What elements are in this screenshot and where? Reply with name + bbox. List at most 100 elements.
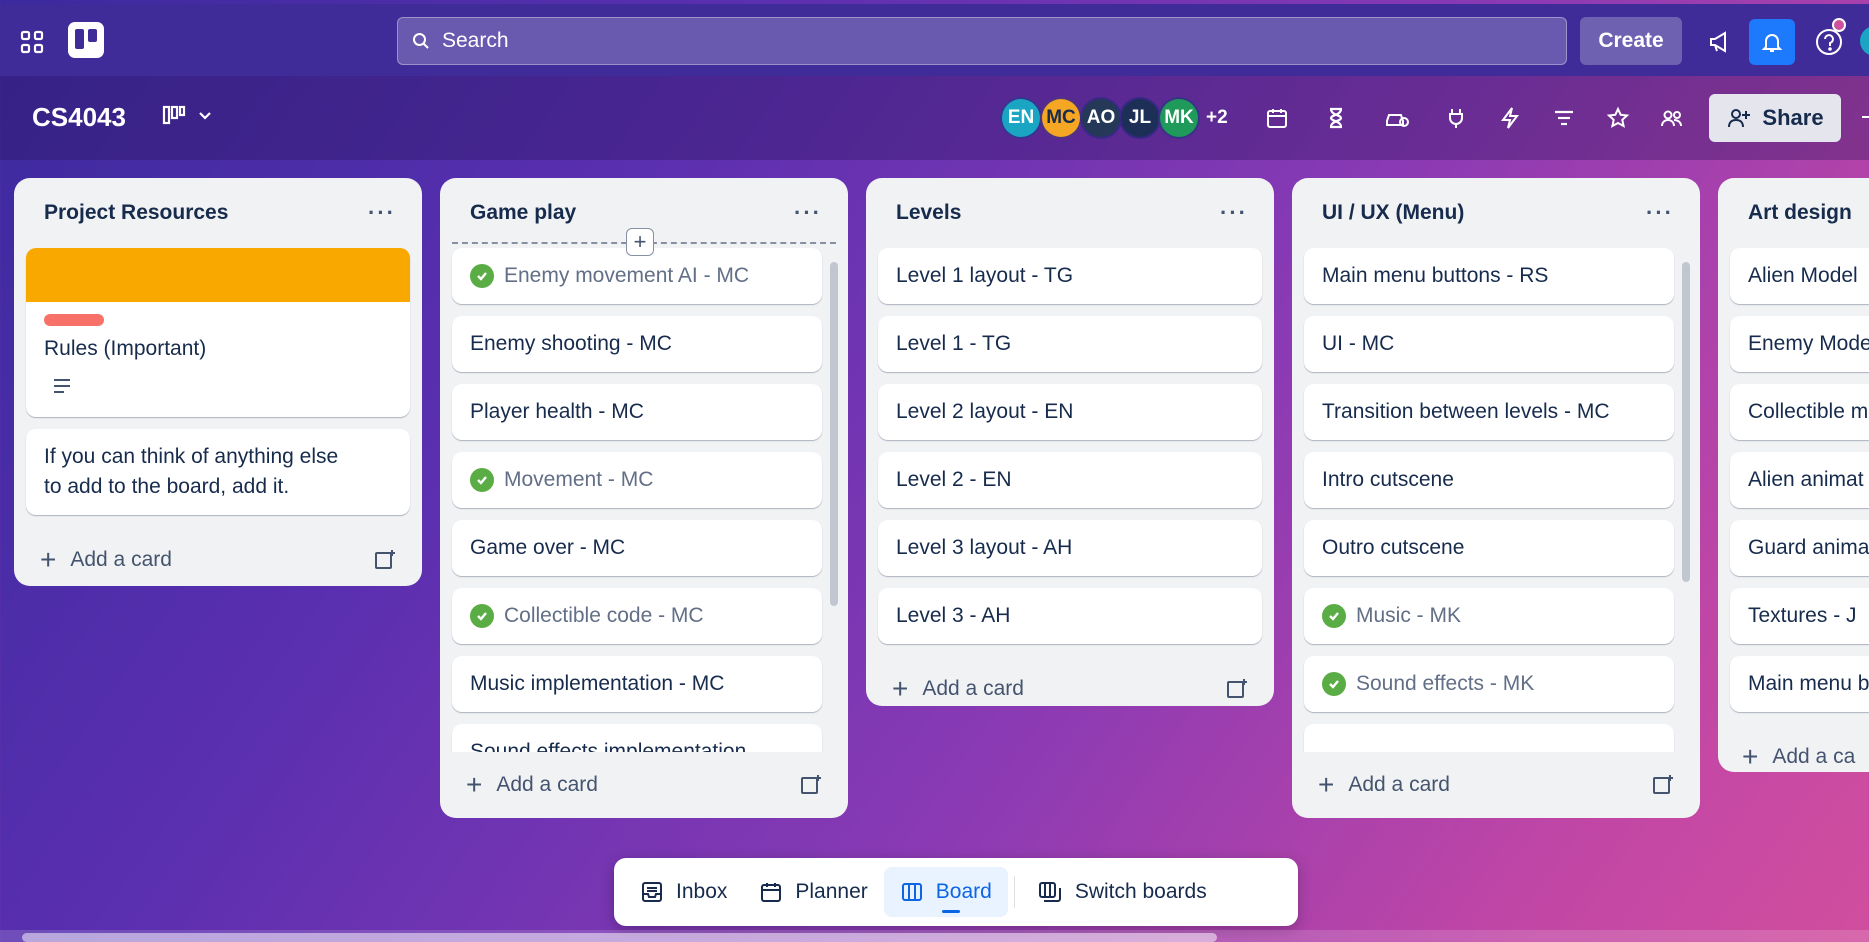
filter-icon[interactable]	[1548, 102, 1580, 134]
add-card-button[interactable]: + Add a card	[1292, 752, 1700, 818]
list-menu-icon[interactable]: ···	[1646, 200, 1674, 226]
list-card[interactable]: Collectible code - MC	[452, 588, 822, 644]
create-from-template-icon[interactable]	[374, 549, 396, 571]
list-title[interactable]: UI / UX (Menu)	[1322, 201, 1464, 225]
card-title: If you can think of anything else to add…	[44, 445, 339, 498]
list-scrollbar[interactable]	[830, 262, 838, 606]
board-view-switcher[interactable]	[162, 104, 214, 126]
create-from-template-icon[interactable]	[1226, 678, 1248, 700]
list-card[interactable]: Level 2 layout - EN	[878, 384, 1262, 440]
card-title: Level 3 - AH	[896, 604, 1011, 627]
list-card[interactable]: Level 3 - AH	[878, 588, 1262, 644]
list-card[interactable]: Enemy movement AI - MC	[452, 248, 822, 304]
bottom-navigation-dock: Inbox Planner Board Switch boards	[614, 858, 1298, 926]
create-from-template-icon[interactable]	[800, 774, 822, 796]
check-icon	[1322, 604, 1346, 628]
list-card[interactable]: Music implementation - MC	[452, 656, 822, 712]
list-card[interactable]: Enemy shooting - MC	[452, 316, 822, 372]
more-members-count[interactable]: +2	[1206, 107, 1228, 129]
card-title: Rules (Important)	[44, 337, 207, 360]
trello-logo[interactable]	[68, 22, 104, 58]
list-card[interactable]: Collectible m	[1730, 384, 1869, 440]
list-card[interactable]: Enemy Mode	[1730, 316, 1869, 372]
list-card[interactable]: Textures - J	[1730, 588, 1869, 644]
list-card[interactable]: Sound effects - MK	[1304, 656, 1674, 712]
list-title[interactable]: Game play	[470, 201, 576, 225]
create-button[interactable]: Create	[1580, 17, 1682, 65]
card-label[interactable]	[44, 314, 104, 326]
more-options-edge[interactable]	[1862, 116, 1869, 118]
list-card[interactable]: Sound effects implementation	[452, 724, 822, 752]
list-card[interactable]: Main menu b	[1730, 656, 1869, 712]
list-title[interactable]: Project Resources	[44, 201, 228, 225]
add-card-top-button[interactable]: +	[626, 228, 654, 256]
list-title[interactable]: Art design	[1748, 201, 1852, 225]
inbox-icon	[642, 882, 662, 902]
add-card-button[interactable]: + Add a card	[14, 527, 422, 593]
card-title: Guard anima	[1748, 536, 1869, 559]
list-card[interactable]: Intro cutscene	[1304, 452, 1674, 508]
list-title[interactable]: Levels	[896, 201, 961, 225]
board-horizontal-scrollbar[interactable]	[0, 930, 1869, 942]
list-menu-icon[interactable]: ···	[794, 200, 822, 226]
add-card-button[interactable]: + Add a card	[866, 656, 1274, 722]
card-title: Level 1 layout - TG	[896, 264, 1074, 287]
notifications-bell-icon[interactable]	[1749, 19, 1795, 65]
list-card[interactable]: Main menu buttons - RS	[1304, 248, 1674, 304]
board-title[interactable]: CS4043	[32, 102, 126, 133]
list-menu-icon[interactable]: ···	[368, 200, 396, 226]
member-avatar[interactable]: MC	[1040, 97, 1082, 139]
dock-inbox[interactable]: Inbox	[624, 867, 743, 917]
list-card[interactable]: Outro cutscene	[1304, 520, 1674, 576]
add-card-button[interactable]: + Add a ca	[1718, 724, 1869, 772]
list-card[interactable]: Alien animat	[1730, 452, 1869, 508]
list-card[interactable]: Guard anima	[1730, 520, 1869, 576]
list-card[interactable]: If you can think of anything else to add…	[26, 429, 410, 515]
avatar[interactable]	[1860, 26, 1869, 56]
list-scrollbar[interactable]	[1682, 262, 1690, 582]
list-card[interactable]: Player health - MC	[452, 384, 822, 440]
list-card[interactable]: Movement - MC	[452, 452, 822, 508]
card-cover	[26, 248, 410, 302]
list-card[interactable]: Level 1 - TG	[878, 316, 1262, 372]
calendar-icon[interactable]	[1261, 102, 1293, 134]
list-card[interactable]: Level 3 layout - AH	[878, 520, 1262, 576]
card-title: Level 2 - EN	[896, 468, 1012, 491]
megaphone-icon[interactable]	[1702, 24, 1738, 60]
list-card[interactable]: Music - MK	[1304, 588, 1674, 644]
dock-divider	[1013, 876, 1015, 908]
list-card[interactable]: Transition between levels - MC	[1304, 384, 1674, 440]
share-button[interactable]: Share	[1709, 94, 1841, 142]
add-card-button[interactable]: + Add a card	[440, 752, 848, 818]
list-card[interactable]: Alien Model	[1730, 248, 1869, 304]
scrollbar-thumb[interactable]	[22, 933, 1217, 942]
create-from-template-icon[interactable]	[1652, 774, 1674, 796]
list-card[interactable]: Level 1 layout - TG	[878, 248, 1262, 304]
list-card[interactable]: Level 2 - EN	[878, 452, 1262, 508]
list-card[interactable]: UI - MC	[1304, 316, 1674, 372]
members-icon[interactable]	[1656, 102, 1688, 134]
card-title: Level 1 - TG	[896, 332, 1012, 355]
list-card-partial[interactable]	[1304, 724, 1674, 752]
member-avatar[interactable]: AO	[1080, 97, 1122, 139]
dock-board[interactable]: Board	[883, 867, 1008, 917]
lightning-bolt-icon[interactable]	[1494, 102, 1526, 134]
dock-planner[interactable]: Planner	[743, 867, 883, 917]
search-input[interactable]	[442, 29, 1542, 53]
list-menu-icon[interactable]: ···	[1220, 200, 1248, 226]
list-card[interactable]: Game over - MC	[452, 520, 822, 576]
dock-switch-boards[interactable]: Switch boards	[1021, 867, 1223, 917]
member-avatar[interactable]: EN	[1000, 97, 1042, 139]
card-with-cover[interactable]: Rules (Important)	[26, 248, 410, 417]
search-bar[interactable]	[397, 17, 1567, 65]
hourglass-icon[interactable]	[1320, 102, 1352, 134]
member-avatar[interactable]: MK	[1158, 97, 1200, 139]
power-ups-plug-icon[interactable]	[1440, 102, 1472, 134]
card-title: Collectible m	[1748, 400, 1869, 423]
card-title: Main menu buttons - RS	[1322, 264, 1549, 287]
app-switcher-icon[interactable]	[16, 26, 48, 58]
card-title: UI - MC	[1322, 332, 1395, 355]
automation-car-icon[interactable]	[1381, 102, 1413, 134]
star-icon[interactable]	[1602, 102, 1634, 134]
member-avatar[interactable]: JL	[1119, 97, 1161, 139]
